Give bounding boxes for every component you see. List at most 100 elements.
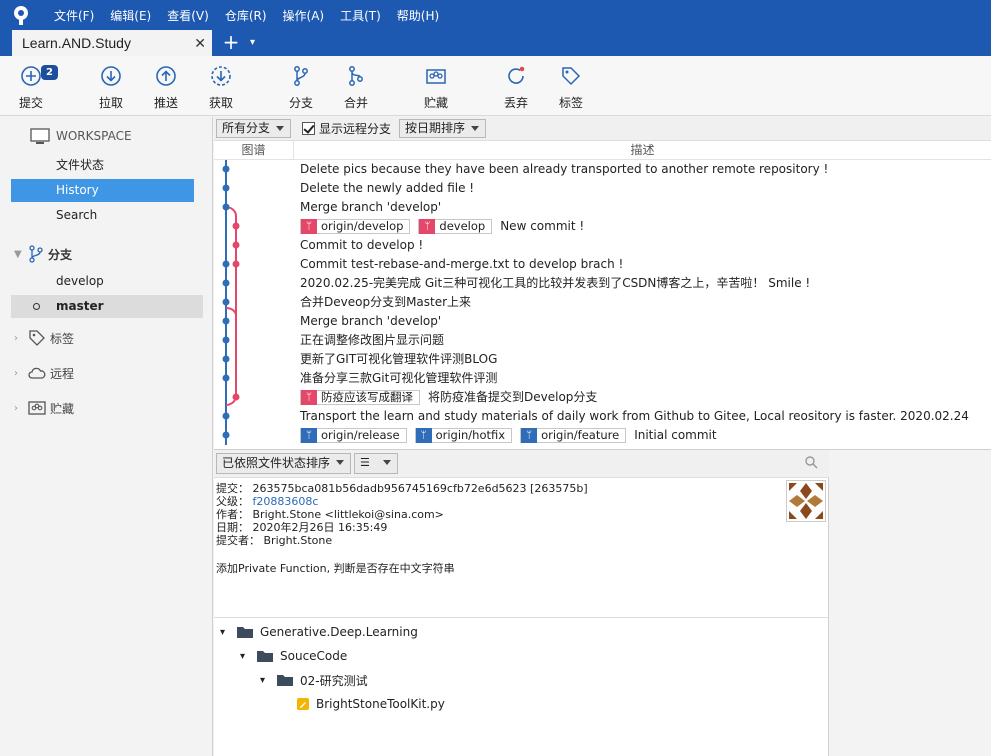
column-header-graph[interactable]: 图谱 (214, 141, 294, 159)
branch-tag[interactable]: ᛘ origin/feature (520, 428, 627, 443)
branch-tag[interactable]: ᛘ origin/hotfix (414, 428, 513, 443)
menu-view[interactable]: 查看(V) (159, 7, 217, 24)
commit-message: Initial commit (634, 428, 717, 442)
branch-tag-label: origin/release (321, 428, 400, 442)
branch-tag[interactable]: ᛘ 防疫应该写成翻译 (300, 390, 420, 405)
monitor-icon (30, 127, 50, 144)
tree-folder-02-label: 02-研究测试 (300, 673, 368, 688)
branch-tag-label: origin/develop (321, 219, 404, 233)
stash-icon (426, 69, 446, 84)
tag-icon: ᛘ (419, 219, 436, 234)
commit-row[interactable]: 合并Deveop分支到Master上来 (300, 293, 990, 312)
commit-button[interactable]: 2 提交 (6, 62, 58, 112)
menu-repository[interactable]: 仓库(R) (217, 7, 275, 24)
menu-edit[interactable]: 编辑(E) (102, 7, 159, 24)
search-icon[interactable] (804, 455, 818, 472)
menu-file[interactable]: 文件(F) (46, 7, 102, 24)
fetch-icon (211, 66, 231, 86)
tree-folder-soucecode[interactable]: ▾ SouceCode (240, 645, 347, 667)
sidebar-group-tags[interactable]: › 标签 (14, 327, 74, 349)
commit-row[interactable]: Commit to develop ! (300, 236, 990, 255)
menu-tools[interactable]: 工具(T) (332, 7, 389, 24)
commit-message: 2020.02.25-完美完成 Git三种可视化工具的比较并发表到了CSDN博客… (300, 276, 811, 290)
stash-button[interactable]: 贮藏 (411, 62, 461, 112)
commit-graph (222, 160, 240, 445)
branch-icon: ᛘ (301, 428, 317, 443)
sidebar-item-file-status[interactable]: 文件状态 (11, 154, 194, 177)
arrow-up-circle-icon (156, 66, 176, 86)
sort-dropdown[interactable]: 按日期排序 (399, 119, 487, 138)
tree-file[interactable]: BrightStoneToolKit.py (296, 693, 445, 715)
commit-message: Commit test-rebase-and-merge.txt to deve… (300, 257, 624, 271)
history-column-headers: 图谱 描述 (214, 141, 991, 160)
sidebar-item-develop[interactable]: develop (11, 270, 194, 293)
sidebar-group-branches[interactable]: ▼ 分支 (14, 243, 72, 265)
commit-message: 将防疫准备提交到Develop分支 (428, 390, 598, 404)
pull-button[interactable]: 拉取 (86, 62, 136, 112)
view-mode-dropdown[interactable]: ☰ (354, 453, 398, 474)
branch-icon (294, 66, 308, 86)
workspace-header: WORKSPACE (30, 125, 132, 147)
file-sort-dropdown[interactable]: 已依照文件状态排序 (216, 453, 352, 474)
sidebar-group-stashes[interactable]: › 贮藏 (14, 397, 74, 419)
commit-label: 提交 (18, 96, 43, 110)
tree-folder-root[interactable]: ▾ Generative.Deep.Learning (220, 621, 418, 643)
commit-row[interactable]: Merge branch 'develop' (300, 198, 990, 217)
committer-value: Bright.Stone (263, 534, 333, 547)
commit-row[interactable]: Commit test-rebase-and-merge.txt to deve… (300, 255, 990, 274)
chevron-down-icon: ▾ (260, 674, 266, 686)
chevron-down-icon: ▾ (220, 626, 226, 638)
new-tab-button[interactable]: + (220, 30, 242, 56)
commit-row[interactable]: Delete the newly added file ! (300, 179, 990, 198)
menu-actions[interactable]: 操作(A) (275, 7, 333, 24)
branch-tag[interactable]: ᛘ develop (418, 219, 493, 234)
branch-icon: ᛘ (415, 428, 432, 443)
commit-row[interactable]: Merge branch 'develop' (300, 312, 990, 331)
sidebar-item-history[interactable]: History (11, 179, 194, 202)
discard-button[interactable]: 丢弃 (491, 62, 541, 112)
date-value: 2020年2月26日 16:35:49 (252, 521, 388, 534)
branch-tag[interactable]: ᛘ origin/develop (300, 219, 411, 234)
commit-row[interactable]: 正在调整修改图片显示问题 (300, 331, 990, 350)
cloud-icon (28, 367, 46, 379)
discard-icon (508, 66, 525, 84)
commit-message: Delete the newly added file ! (300, 181, 475, 195)
tag-icon (562, 67, 581, 86)
show-remote-label: 显示远程分支 (319, 122, 392, 136)
author-label: 作者： (216, 508, 249, 521)
commit-row[interactable]: ᛘ origin/release ᛘ origin/hotfix ᛘ origin/fea… (300, 426, 990, 445)
branch-filter-dropdown[interactable]: 所有分支 (216, 119, 292, 138)
commit-message: 正在调整修改图片显示问题 (300, 333, 445, 347)
show-remote-checkbox[interactable]: 显示远程分支 (302, 120, 391, 137)
sidebar-item-search[interactable]: Search (11, 204, 194, 227)
fetch-button[interactable]: 获取 (196, 62, 246, 112)
commit-row[interactable]: 2020.02.25-完美完成 Git三种可视化工具的比较并发表到了CSDN博客… (300, 274, 990, 293)
remotes-label: 远程 (50, 366, 75, 381)
branch-button[interactable]: 分支 (276, 62, 326, 112)
commit-row[interactable]: 准备分享三款Git可视化管理软件评测 (300, 369, 990, 388)
sourcetree-logo-icon (10, 4, 32, 26)
file-tree: ▾ Generative.Deep.Learning ▾ SouceCode ▾… (214, 617, 829, 756)
tree-folder-02[interactable]: ▾ 02-研究测试 (260, 669, 368, 691)
commit-list: Delete pics because they have been alrea… (300, 160, 990, 445)
commit-row[interactable]: Transport the learn and study materials … (300, 407, 990, 426)
column-header-description[interactable]: 描述 (294, 141, 991, 159)
tab-repository[interactable]: Learn.AND.Study ✕ (12, 30, 212, 56)
merge-button[interactable]: 合并 (331, 62, 381, 112)
history-panel: 所有分支 显示远程分支 按日期排序 图谱 描述 Delete pics beca… (214, 117, 991, 450)
chevron-down-icon[interactable]: ▾ (250, 30, 255, 56)
sidebar-group-remotes[interactable]: › 远程 (14, 362, 74, 384)
branch-tag[interactable]: ᛘ origin/release (300, 428, 407, 443)
push-button[interactable]: 推送 (141, 62, 191, 112)
tag-button[interactable]: 标签 (546, 62, 596, 112)
menu-help[interactable]: 帮助(H) (389, 7, 447, 24)
branch-tag-label: origin/feature (541, 428, 620, 442)
chevron-right-icon: › (14, 367, 18, 379)
sidebar-item-master[interactable]: master (11, 295, 203, 318)
commit-row[interactable]: 更新了GIT可视化管理软件评测BLOG (300, 350, 990, 369)
commit-row[interactable]: ᛘ 防疫应该写成翻译 将防疫准备提交到Develop分支 (300, 388, 990, 407)
close-icon[interactable]: ✕ (194, 35, 206, 52)
commit-row[interactable]: Delete pics because they have been alrea… (300, 160, 990, 179)
parent-hash-link[interactable]: f20883608c (253, 495, 319, 508)
commit-row[interactable]: ᛘ origin/develop ᛘ develop New commit ! (300, 217, 990, 236)
